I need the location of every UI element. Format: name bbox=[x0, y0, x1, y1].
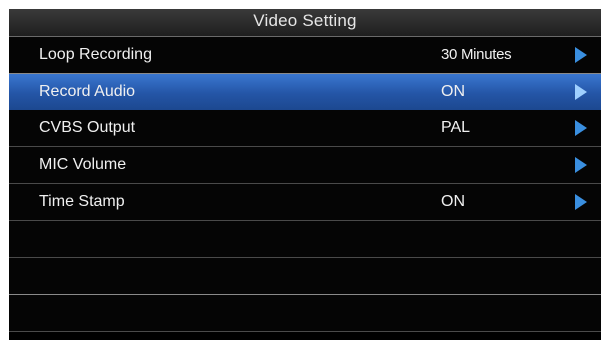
chevron-right-icon[interactable] bbox=[574, 157, 588, 173]
menu-item-cvbs-output[interactable]: CVBS Output PAL bbox=[9, 110, 601, 146]
title-bar: Video Setting bbox=[9, 9, 601, 37]
menu-item-loop-recording[interactable]: Loop Recording 30 Minutes bbox=[9, 37, 601, 73]
divider bbox=[9, 331, 601, 332]
menu-item-record-audio[interactable]: Record Audio ON bbox=[9, 74, 601, 110]
menu-item-value: 30 Minutes bbox=[441, 46, 512, 63]
chevron-right-icon[interactable] bbox=[574, 84, 588, 100]
empty-menu-row bbox=[9, 221, 601, 257]
chevron-right-icon[interactable] bbox=[574, 194, 588, 210]
menu-item-value: ON bbox=[441, 193, 465, 210]
settings-screen: Video Setting Loop Recording 30 Minutes … bbox=[9, 9, 601, 340]
menu-item-label: Record Audio bbox=[39, 83, 136, 100]
menu-item-value: PAL bbox=[441, 119, 471, 136]
menu-item-label: Loop Recording bbox=[39, 46, 152, 63]
empty-menu-row bbox=[9, 295, 601, 331]
menu-item-label: Time Stamp bbox=[39, 193, 125, 210]
menu-item-time-stamp[interactable]: Time Stamp ON bbox=[9, 184, 601, 220]
menu-item-label: MIC Volume bbox=[39, 156, 127, 173]
menu-item-label: CVBS Output bbox=[39, 119, 136, 136]
empty-menu-row bbox=[9, 258, 601, 294]
menu-item-value: ON bbox=[441, 83, 465, 100]
chevron-right-icon[interactable] bbox=[574, 120, 588, 136]
menu-item-mic-volume[interactable]: MIC Volume bbox=[9, 147, 601, 183]
chevron-right-icon[interactable] bbox=[574, 47, 588, 63]
page-title: Video Setting bbox=[253, 10, 357, 30]
